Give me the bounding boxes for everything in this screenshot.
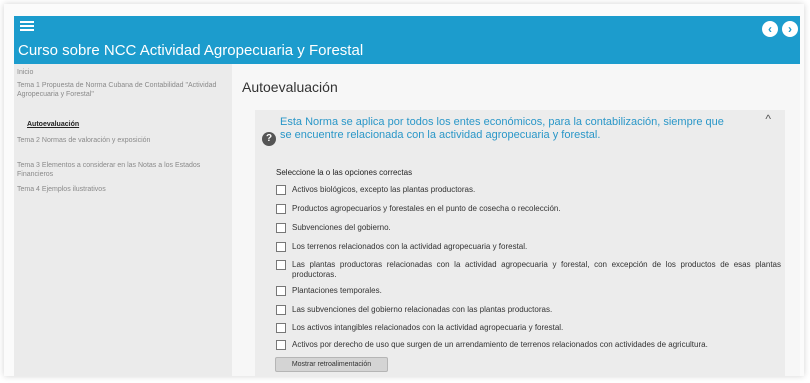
checkbox-unchecked-icon[interactable] bbox=[276, 223, 286, 233]
option-label: Las plantas productoras relacionadas con… bbox=[292, 260, 781, 279]
option-label: Activos biológicos, excepto las plantas … bbox=[292, 185, 476, 194]
checkbox-unchecked-icon[interactable] bbox=[276, 260, 286, 270]
option-subvenciones[interactable]: Subvenciones del gobierno. bbox=[276, 223, 781, 233]
option-activos-derecho-uso[interactable]: Activos por derecho de uso que surgen de… bbox=[276, 340, 781, 350]
sidebar-item-inicio[interactable]: Inicio bbox=[17, 68, 227, 77]
sidebar-nav: Inicio Tema 1 Propuesta de Norma Cubana … bbox=[14, 64, 232, 376]
sidebar-item-tema-1[interactable]: Tema 1 Propuesta de Norma Cubana de Cont… bbox=[17, 81, 227, 99]
page-title: Autoevaluación bbox=[242, 79, 338, 95]
checkbox-unchecked-icon[interactable] bbox=[276, 204, 286, 214]
checkbox-unchecked-icon[interactable] bbox=[276, 185, 286, 195]
option-plantaciones-temporales[interactable]: Plantaciones temporales. bbox=[276, 286, 781, 296]
instruction-text: Seleccione la o las opciones correctas bbox=[276, 168, 413, 177]
sidebar-item-tema-3[interactable]: Tema 3 Elementos a considerar en las Not… bbox=[17, 161, 227, 179]
show-feedback-button[interactable]: Mostrar retroalimentación bbox=[275, 357, 388, 372]
option-label: Subvenciones del gobierno. bbox=[292, 223, 391, 232]
chevron-right-circle-icon: › bbox=[788, 22, 792, 36]
question-text: Esta Norma se aplica por todos los entes… bbox=[280, 116, 724, 141]
previous-page-button[interactable]: ‹ bbox=[762, 21, 778, 37]
option-label: Productos agropecuarios y forestales en … bbox=[292, 204, 561, 213]
option-label: Las subvenciones del gobierno relacionad… bbox=[292, 305, 553, 314]
option-label: Plantaciones temporales. bbox=[292, 286, 382, 295]
sidebar-item-autoevaluacion[interactable]: Autoevaluación bbox=[27, 120, 237, 129]
checkbox-unchecked-icon[interactable] bbox=[276, 323, 286, 333]
option-label: Activos por derecho de uso que surgen de… bbox=[292, 340, 708, 349]
sidebar-item-tema-4[interactable]: Tema 4 Ejemplos ilustrativos bbox=[17, 185, 227, 194]
option-plantas-productoras[interactable]: Las plantas productoras relacionadas con… bbox=[276, 260, 781, 280]
checkbox-unchecked-icon[interactable] bbox=[276, 340, 286, 350]
option-label: Los terrenos relacionados con la activid… bbox=[292, 242, 528, 251]
chevron-up-icon[interactable]: ^ bbox=[765, 112, 771, 126]
option-terrenos[interactable]: Los terrenos relacionados con la activid… bbox=[276, 242, 781, 252]
course-title: Curso sobre NCC Actividad Agropecuaria y… bbox=[18, 42, 364, 59]
next-page-button[interactable]: › bbox=[782, 21, 798, 37]
course-header: Curso sobre NCC Actividad Agropecuaria y… bbox=[14, 16, 800, 64]
option-productos-agropecuarios[interactable]: Productos agropecuarios y forestales en … bbox=[276, 204, 781, 214]
checkbox-unchecked-icon[interactable] bbox=[276, 286, 286, 296]
option-subvenciones-plantas[interactable]: Las subvenciones del gobierno relacionad… bbox=[276, 305, 781, 315]
checkbox-unchecked-icon[interactable] bbox=[276, 305, 286, 315]
option-label: Los activos intangibles relacionados con… bbox=[292, 323, 564, 332]
checkbox-unchecked-icon[interactable] bbox=[276, 242, 286, 252]
question-card: ^ ? Esta Norma se aplica por todos los e… bbox=[255, 110, 785, 376]
option-activos-intangibles[interactable]: Los activos intangibles relacionados con… bbox=[276, 323, 781, 333]
hamburger-menu-icon[interactable] bbox=[20, 21, 34, 31]
main-content: Autoevaluación ^ ? Esta Norma se aplica … bbox=[232, 64, 800, 376]
chevron-left-circle-icon: ‹ bbox=[768, 22, 772, 36]
sidebar-item-tema-2[interactable]: Tema 2 Normas de valoración y exposición bbox=[17, 136, 227, 145]
option-activos-biologicos[interactable]: Activos biológicos, excepto las plantas … bbox=[276, 185, 781, 195]
question-circle-icon: ? bbox=[262, 132, 276, 146]
